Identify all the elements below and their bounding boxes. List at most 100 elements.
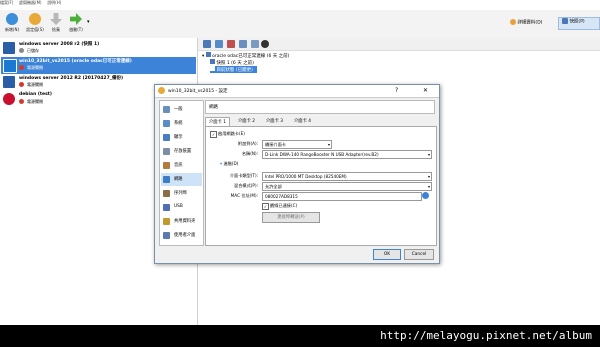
tab-adapter-4[interactable]: 介面卡 4	[291, 117, 314, 126]
category-label: 一般	[174, 107, 183, 112]
category-user-interface[interactable]: 使用者介面	[161, 229, 202, 242]
adapter-name-select[interactable]: D-Link DWA-140 RangeBooster N USB Adapte…	[262, 150, 432, 159]
collapse-icon[interactable]: ▾	[202, 54, 204, 59]
details-button[interactable]: 詳細資料(D)	[510, 19, 542, 26]
category-network[interactable]: 網路	[161, 173, 202, 186]
dialog-titlebar: win10_32bit_vs2015 - 設定 ? ✕	[155, 85, 439, 98]
windows-os-icon	[3, 42, 15, 54]
attached-to-label: 附加到(A):	[237, 141, 258, 146]
settings-button[interactable]: 設定值(S)	[25, 12, 45, 36]
category-shared-folders[interactable]: 共用資料夾	[161, 215, 202, 228]
adapter-panel: ✓ 啟用網路卡(E) 附加到(A): 橋接介面卡 ▾ 名稱(N): D-Link …	[205, 126, 437, 246]
cable-connected-checkbox[interactable]: ✓	[262, 203, 269, 210]
help-button[interactable]: ?	[395, 87, 398, 94]
category-usb[interactable]: USB	[161, 201, 202, 214]
details-icon	[510, 19, 516, 25]
details-button-label: 詳細資料(D)	[517, 20, 543, 26]
vm-status: 電源關閉	[27, 82, 43, 87]
menu-machine[interactable]: 虛擬機器(M)	[19, 0, 42, 5]
category-label: 系統	[174, 121, 183, 126]
vm-name: debian (test)	[19, 92, 52, 97]
cancel-button[interactable]: Cancel	[404, 249, 434, 260]
windows-os-icon	[3, 59, 17, 73]
delete-snapshot-icon[interactable]	[227, 40, 235, 48]
close-button[interactable]: ✕	[423, 87, 428, 94]
tab-adapter-2[interactable]: 介面卡 2	[235, 117, 258, 126]
snapshot-tree: ▾ oracle odac已可正常連線 (6 天 之前) 快照 1 (6 天 之…	[202, 52, 289, 73]
category-storage[interactable]: 存放裝置	[161, 145, 202, 158]
tab-adapter-3[interactable]: 介面卡 3	[263, 117, 286, 126]
section-header: 網路	[205, 100, 435, 114]
attached-to-select[interactable]: 橋接介面卡 ▾	[262, 140, 332, 149]
power-off-icon	[19, 65, 24, 70]
current-state[interactable]: 目前狀態 (已變更)	[210, 66, 257, 73]
mac-address-value: 080027AD8315	[265, 194, 298, 199]
snapshots-button-label: 快照(P)	[569, 19, 585, 25]
vm-name: windows server 2008 r2 (快照 1)	[19, 42, 100, 47]
settings-dialog: win10_32bit_vs2015 - 設定 ? ✕ 一般系統顯示 存放裝置音訊…	[154, 84, 440, 264]
settings-icon	[29, 13, 41, 25]
category-label: 序列埠	[174, 191, 187, 196]
advanced-toggle[interactable]: ▾ 進階(D)	[220, 161, 238, 167]
discard-button-label: 捨棄	[52, 27, 60, 32]
new-button[interactable]: 新增(N)	[2, 12, 22, 36]
new-icon	[6, 13, 18, 25]
category-audio[interactable]: 音訊	[161, 159, 202, 172]
current-state-label: 目前狀態 (已變更)	[216, 68, 253, 73]
category-label: 音訊	[174, 163, 183, 168]
vm-list-item[interactable]: windows server 2008 r2 (快照 1) 已儲存	[1, 40, 196, 57]
enable-adapter-checkbox[interactable]: ✓	[210, 131, 217, 138]
saved-status-icon	[19, 48, 24, 53]
chevron-down-icon: ▾	[427, 152, 430, 157]
snapshot-toolbar	[198, 38, 600, 51]
snapshot-child[interactable]: 快照 1 (6 天 之前)	[210, 59, 289, 66]
chevron-down-icon: ▾	[427, 184, 430, 189]
serial-ports-icon	[163, 190, 170, 197]
menu-bar: 檔案(F) 虛擬機器(M) 說明(H)	[0, 0, 600, 10]
new-button-label: 新增(N)	[4, 27, 20, 32]
settings-button-label: 設定值(S)	[26, 27, 44, 32]
port-forwarding-button[interactable]: 連接埠轉送(P)	[262, 212, 320, 223]
mac-address-label: MAC 位址(M):	[230, 193, 258, 198]
adapter-name-value: D-Link DWA-140 RangeBooster N USB Adapte…	[265, 152, 379, 157]
category-system[interactable]: 系統	[161, 117, 202, 130]
refresh-mac-icon[interactable]	[422, 192, 429, 199]
discard-icon	[50, 13, 62, 25]
clone-icon[interactable]	[251, 40, 259, 48]
start-icon	[70, 13, 82, 25]
adapter-type-label: 介面卡類型(T):	[229, 173, 258, 178]
menu-file[interactable]: 檔案(F)	[0, 0, 13, 5]
take-snapshot-icon[interactable]	[203, 40, 211, 48]
snapshot-icon	[210, 59, 215, 64]
current-state-icon	[210, 66, 215, 71]
general-icon	[163, 106, 170, 113]
category-label: 使用者介面	[174, 233, 196, 238]
vm-name: win10_32bit_vs2015 (oracle odac已可正常連線)	[19, 59, 132, 64]
settings-gear-icon[interactable]	[261, 40, 269, 48]
name-label: 名稱(N):	[241, 151, 258, 156]
power-off-icon	[19, 99, 24, 104]
start-dropdown-icon[interactable]: ▾	[87, 19, 90, 25]
snapshot-details-icon[interactable]	[239, 40, 247, 48]
category-display[interactable]: 顯示	[161, 131, 202, 144]
vm-list-item-selected[interactable]: win10_32bit_vs2015 (oracle odac已可正常連線) 電…	[1, 57, 196, 74]
snapshot-root[interactable]: ▾ oracle odac已可正常連線 (6 天 之前)	[202, 52, 289, 59]
discard-button[interactable]: 捨棄	[46, 12, 66, 36]
mac-address-input[interactable]: 080027AD8315	[262, 192, 422, 201]
menu-help[interactable]: 說明(H)	[47, 0, 61, 5]
vm-name: windows server 2012 R2 (20170427_備份)	[19, 76, 124, 81]
promiscuous-select[interactable]: 允許全部 ▾	[262, 182, 432, 191]
power-off-icon	[19, 82, 24, 87]
category-general[interactable]: 一般	[161, 103, 202, 116]
restore-snapshot-icon[interactable]	[215, 40, 223, 48]
audio-icon	[163, 162, 170, 169]
snapshots-button[interactable]: 快照(P)	[558, 17, 600, 30]
chevron-down-icon: ▾	[427, 174, 430, 179]
chevron-down-icon: ▾	[327, 142, 330, 147]
start-button[interactable]: 啟動(T)	[66, 12, 86, 36]
virtualbox-icon	[158, 87, 165, 94]
ok-button[interactable]: OK	[373, 249, 401, 260]
category-serial-ports[interactable]: 序列埠	[161, 187, 202, 200]
watermark-text: http://melayogu.pixnet.net/album	[380, 329, 592, 342]
adapter-type-select[interactable]: Intel PRO/1000 MT Desktop (82540EM) ▾	[262, 172, 432, 181]
